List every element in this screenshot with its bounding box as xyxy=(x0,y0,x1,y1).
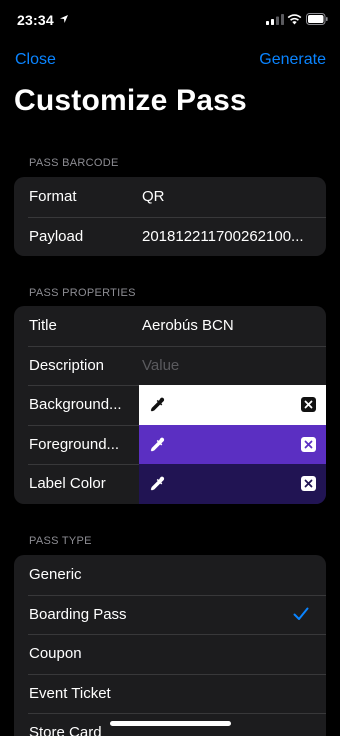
payload-value: 201812211700262100... xyxy=(142,227,304,245)
battery-icon xyxy=(306,13,328,25)
eyedropper-icon[interactable] xyxy=(148,436,166,454)
format-row[interactable]: Format QR xyxy=(14,177,326,217)
close-icon xyxy=(301,436,316,452)
background-color-swatch[interactable] xyxy=(139,385,326,425)
pass-type-label: Event Ticket xyxy=(29,684,111,702)
section-header-pass-properties: PASS PROPERTIES xyxy=(29,287,136,299)
clear-color-button[interactable] xyxy=(301,436,316,452)
label-color-label: Label Color xyxy=(29,475,106,492)
clear-color-button[interactable] xyxy=(301,397,316,412)
cellular-signal-icon xyxy=(266,14,284,25)
status-time: 23:34 xyxy=(17,12,54,28)
generate-button[interactable]: Generate xyxy=(259,51,326,69)
clear-color-button[interactable] xyxy=(301,476,316,491)
pass-type-label: Generic xyxy=(29,566,82,583)
title-value[interactable]: Aerobús BCN xyxy=(142,317,234,334)
eyedropper-icon[interactable] xyxy=(148,475,166,493)
title-row[interactable]: Title Aerobús BCN xyxy=(14,306,326,346)
format-value: QR xyxy=(142,188,165,205)
foreground-color-row[interactable]: Foreground... xyxy=(14,424,326,464)
location-arrow-icon xyxy=(60,15,68,23)
foreground-color-swatch[interactable] xyxy=(139,424,326,464)
section-header-pass-type: PASS TYPE xyxy=(29,535,92,547)
pass-type-option-boarding-pass[interactable]: Boarding Pass xyxy=(14,594,326,635)
close-icon xyxy=(301,476,316,491)
label-color-swatch[interactable] xyxy=(139,464,326,504)
title-label: Title xyxy=(29,317,57,334)
home-indicator[interactable] xyxy=(110,721,231,726)
page-title: Customize Pass xyxy=(14,84,247,117)
format-label: Format xyxy=(29,188,77,205)
description-label: Description xyxy=(29,356,105,374)
checkmark-icon xyxy=(293,607,309,620)
pass-type-option-generic[interactable]: Generic xyxy=(14,555,326,595)
eyedropper-icon[interactable] xyxy=(148,396,166,414)
label-color-row[interactable]: Label Color xyxy=(14,464,326,504)
pass-type-group: Generic Boarding Pass Coupon Event Ticke… xyxy=(14,555,326,736)
description-input[interactable]: Value xyxy=(142,357,179,374)
background-color-row[interactable]: Background... xyxy=(14,385,326,425)
background-color-label: Background... xyxy=(29,396,122,413)
payload-row[interactable]: Payload 201812211700262100... xyxy=(14,216,326,257)
pass-properties-group: Title Aerobús BCN Description Value Back… xyxy=(14,306,326,504)
close-icon xyxy=(301,397,316,412)
description-row[interactable]: Description Value xyxy=(14,345,326,386)
close-button[interactable]: Close xyxy=(15,51,56,69)
pass-type-label: Boarding Pass xyxy=(29,605,127,623)
wifi-icon xyxy=(287,14,302,25)
pass-barcode-group: Format QR Payload 201812211700262100... xyxy=(14,177,326,256)
foreground-color-label: Foreground... xyxy=(29,435,120,453)
pass-type-option-event-ticket[interactable]: Event Ticket xyxy=(14,673,326,714)
pass-type-label: Coupon xyxy=(29,645,82,662)
pass-type-label: Store Card xyxy=(29,724,102,736)
payload-label: Payload xyxy=(29,227,84,245)
section-header-pass-barcode: PASS BARCODE xyxy=(29,157,119,169)
pass-type-option-coupon[interactable]: Coupon xyxy=(14,634,326,674)
status-bar: 23:34 xyxy=(0,0,340,40)
